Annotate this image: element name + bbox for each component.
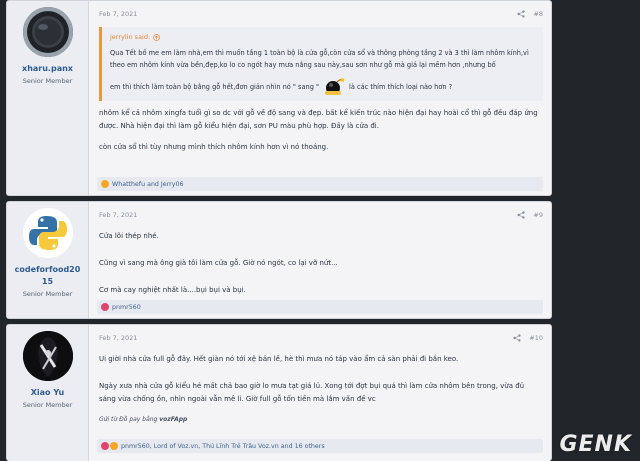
laugh-reaction-icon [110, 442, 118, 450]
post-meta: Feb 7, 2021 #9 [99, 208, 543, 222]
user-title: Senior Member [22, 290, 73, 298]
reactions-text[interactable]: pnmr560 [112, 304, 141, 311]
post-date[interactable]: Feb 7, 2021 [99, 211, 137, 219]
post-body: Feb 7, 2021 #8 jerrylin said: Qua Tết bố… [89, 1, 551, 195]
reactions-text[interactable]: pnmr560, Lord of Voz.vn, Thủ Lĩnh Trẻ Tr… [121, 443, 325, 450]
character-avatar-icon [22, 331, 73, 381]
signature: Gửi từ Đồ pay bằng vozFApp [99, 416, 543, 423]
username[interactable]: xharu.panx [20, 63, 75, 75]
post-author-panel: xharu.panx Senior Member [7, 1, 89, 195]
avatar[interactable] [22, 331, 73, 381]
post-paragraph: còn cửa sổ thì tùy nhưng mình thích nhôm… [99, 143, 329, 151]
post-meta: Feb 7, 2021 #8 [99, 7, 543, 21]
quote-author[interactable]: jerrylin said: [110, 31, 535, 43]
post-paragraph: Cửa lõi thép nhé. [99, 232, 159, 240]
post-paragraph: Cũng vì sang mà ông già tôi làm cửa gỗ. … [99, 259, 338, 267]
username[interactable]: Xiao Yu [29, 387, 67, 399]
signature-app-link[interactable]: vozFApp [159, 416, 187, 423]
quote-author-label: jerrylin said: [110, 33, 151, 41]
quote-line: em thì thích làm toàn bộ bằng gỗ hết,đơn… [110, 77, 535, 97]
post-author-panel: Xiao Yu Senior Member [7, 325, 89, 461]
post-date[interactable]: Feb 7, 2021 [99, 334, 137, 342]
post-content: Cửa lõi thép nhé. Cũng vì sang mà ông gi… [99, 230, 543, 297]
post: codeforfood20 15 Senior Member Feb 7, 20… [6, 201, 552, 319]
avatar[interactable] [22, 7, 73, 57]
python-logo-icon [22, 208, 73, 258]
post-number[interactable]: #9 [533, 211, 543, 219]
pan-avatar-icon [22, 7, 73, 57]
post-paragraph: Ui giời nhà cửa full gỗ đây. Hết giàn nó… [99, 355, 459, 363]
quote-text: Qua Tết bố me em làm nhà,em thì muốn tần… [110, 49, 529, 69]
post-author-panel: codeforfood20 15 Senior Member [7, 202, 89, 318]
laugh-reaction-icon [101, 180, 109, 188]
post-number[interactable]: #10 [529, 334, 543, 342]
username-line: 15 [41, 277, 54, 286]
user-title: Senior Member [22, 77, 73, 85]
arrow-up-circle-icon[interactable] [153, 33, 161, 41]
user-title: Senior Member [22, 401, 73, 409]
username-line: codeforfood20 [14, 265, 81, 274]
signature-text: Gửi từ Đồ pay bằng [99, 416, 160, 423]
quote-text-3: là các thím thích loại nào hơn ? [349, 83, 453, 91]
watermark-logo: GENK [559, 432, 632, 457]
share-icon[interactable] [513, 334, 521, 342]
quote-block: jerrylin said: Qua Tết bố me em làm nhà,… [99, 27, 543, 101]
post-paragraph: nhôm kể cả nhôm xingfa tuổi gì so dc với… [99, 109, 538, 130]
post-content: Ui giời nhà cửa full gỗ đây. Hết giàn nó… [99, 353, 543, 406]
share-icon[interactable] [517, 10, 526, 18]
share-icon[interactable] [517, 211, 526, 219]
avatar[interactable] [22, 208, 73, 258]
post-paragraph: Cơ mà cay nghiệt nhất là....bụi bụi và b… [99, 286, 246, 294]
quote-text-2: em thì thích làm toàn bộ bằng gỗ hết,đơn… [110, 83, 320, 91]
love-reaction-icon [101, 442, 109, 450]
post: xharu.panx Senior Member Feb 7, 2021 #8 … [6, 0, 552, 196]
love-reaction-icon [101, 303, 109, 311]
reactions-bar[interactable]: Whatthefu and Jerry06 [97, 177, 543, 191]
reactions-bar[interactable]: pnmr560 [97, 300, 543, 314]
post-meta: Feb 7, 2021 #10 [99, 331, 543, 345]
reactions-text[interactable]: Whatthefu and Jerry06 [112, 181, 183, 188]
bomb-emoji-icon [325, 78, 345, 95]
post-content: nhôm kể cả nhôm xingfa tuổi gì so dc với… [99, 107, 543, 154]
post-body: Feb 7, 2021 #9 Cửa lõi thép nhé. Cũng vì… [89, 202, 551, 318]
post: Xiao Yu Senior Member Feb 7, 2021 #10 Ui… [6, 324, 552, 461]
post-body: Feb 7, 2021 #10 Ui giời nhà cửa full gỗ … [89, 325, 551, 461]
post-paragraph: Ngày xưa nhà cửa gỗ kiểu hé mất chả bao … [99, 382, 525, 403]
post-date[interactable]: Feb 7, 2021 [99, 10, 137, 18]
username[interactable]: codeforfood20 15 [13, 264, 83, 288]
reactions-bar[interactable]: pnmr560, Lord of Voz.vn, Thủ Lĩnh Trẻ Tr… [97, 439, 543, 453]
post-number[interactable]: #8 [533, 10, 543, 18]
